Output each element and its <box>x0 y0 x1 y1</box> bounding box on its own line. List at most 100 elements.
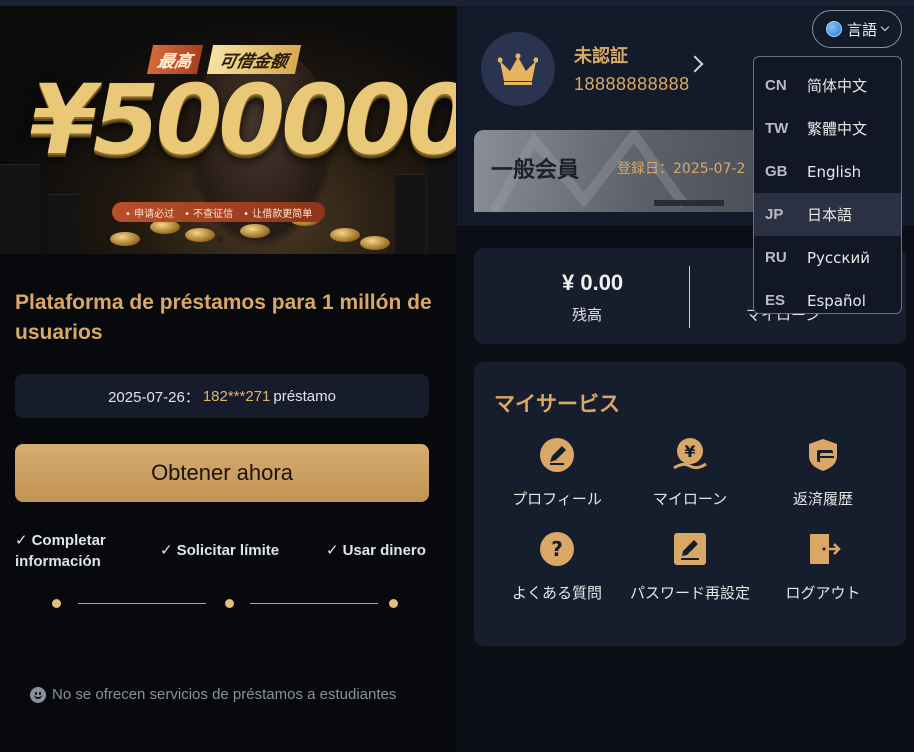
language-code: JP <box>765 206 784 223</box>
loan-notice: 2025-07-26： 182***271 préstamo <box>15 374 429 418</box>
member-level: 一般会員 <box>491 158 580 183</box>
coin-image <box>110 232 140 246</box>
step-request-limit: ✓ Solicitar límite <box>160 540 279 561</box>
left-panel: 最高 可借金额 ¥500000 • 申请必过 • 不查征信 • 让借款更简单 P… <box>0 6 456 752</box>
chevron-down-icon <box>880 22 890 32</box>
language-option-jp[interactable]: JP 日本語 <box>754 193 901 236</box>
yen-hand-icon: ¥ <box>673 438 707 470</box>
check-icon: ✓ <box>326 542 339 559</box>
balance-value: ¥ 0.00 <box>562 270 624 295</box>
verification-status[interactable]: 未認証 <box>574 42 628 68</box>
service-label: 返済履歴 <box>792 490 853 508</box>
chevron-right-icon[interactable] <box>686 55 704 73</box>
banner-pill: • 申请必过 <box>125 208 175 220</box>
service-profile[interactable]: プロフィール <box>487 436 627 510</box>
carousel-dot[interactable] <box>217 236 223 242</box>
headline: Plataforma de préstamos para 1 millón de… <box>15 291 432 344</box>
service-logout[interactable]: ログアウト <box>753 530 893 604</box>
coin-image <box>330 228 360 242</box>
language-name: 日本語 <box>807 206 853 224</box>
progress-dot <box>225 599 234 608</box>
steps-row: ✓ Completar información ✓ Solicitar límite… <box>0 530 456 580</box>
language-name: Русский <box>807 248 870 267</box>
service-label: マイローン <box>652 490 728 508</box>
right-panel: 未認証 18888888888 一般会員 登録日：2025-07-2 言語 ¥ … <box>457 6 914 752</box>
user-phone: 18888888888 <box>574 74 690 94</box>
city-silhouette <box>0 164 40 254</box>
svg-text:?: ? <box>551 537 563 561</box>
progress-dot <box>389 599 398 608</box>
banner-pills: • 申请必过 • 不查征信 • 让借款更简单 <box>112 202 326 222</box>
progress-dot <box>52 599 61 608</box>
service-label: ログアウト <box>785 584 861 602</box>
language-name: Español <box>807 291 866 310</box>
member-card: 一般会員 登録日：2025-07-2 <box>474 130 774 212</box>
language-menu: CN 简体中文 TW 繁體中文 GB English JP 日本語 RU Рус… <box>753 56 902 314</box>
question-icon: ? <box>540 532 574 566</box>
promo-banner[interactable]: 最高 可借金额 ¥500000 • 申请必过 • 不查征信 • 让借款更简单 <box>0 6 456 254</box>
notice-suffix: préstamo <box>273 387 336 405</box>
register-date: 登録日：2025-07-2 <box>617 161 746 177</box>
service-label: パスワード再設定 <box>629 584 750 602</box>
services-card: マイサービス プロフィール ¥ マイローン 返済履歴 ? よくある質問 パスワー… <box>474 362 906 646</box>
language-name: 简体中文 <box>807 77 868 95</box>
avatar[interactable] <box>481 32 555 106</box>
card-shield-icon <box>809 439 837 471</box>
student-notice-text: No se ofrecen servicios de préstamos a e… <box>52 686 397 703</box>
divider <box>689 266 690 328</box>
check-icon: ✓ <box>15 532 28 549</box>
globe-icon <box>825 21 842 37</box>
svg-text:¥: ¥ <box>684 442 695 461</box>
step-progress <box>52 598 398 608</box>
language-name: 繁體中文 <box>807 120 868 138</box>
member-card-stripe <box>654 200 724 206</box>
service-reset-password[interactable]: パスワード再設定 <box>620 530 760 604</box>
service-label: プロフィール <box>512 490 602 508</box>
step-complete-info: ✓ Completar información <box>15 530 106 572</box>
step-use-money: ✓ Usar dinero <box>326 540 426 561</box>
student-notice: No se ofrecen servicios de préstamos a e… <box>30 686 396 703</box>
crown-icon <box>498 53 538 85</box>
city-silhouette <box>395 174 425 254</box>
language-name: English <box>807 162 862 181</box>
language-code: RU <box>765 249 787 266</box>
language-option-ru[interactable]: RU Русский <box>754 236 901 279</box>
service-faq[interactable]: ? よくある質問 <box>487 530 627 604</box>
service-label: よくある質問 <box>511 584 602 602</box>
language-option-gb[interactable]: GB English <box>754 150 901 193</box>
notice-user: 182***271 <box>202 387 271 405</box>
step-label: Completar <box>31 532 106 549</box>
coin-image <box>150 220 180 234</box>
language-code: GB <box>765 163 788 180</box>
service-repayment-history[interactable]: 返済履歴 <box>753 436 893 510</box>
smiley-icon <box>30 686 46 703</box>
coin-image <box>240 224 270 238</box>
language-option-tw[interactable]: TW 繁體中文 <box>754 107 901 150</box>
progress-line <box>250 603 378 604</box>
progress-line <box>78 603 206 604</box>
language-option-cn[interactable]: CN 简体中文 <box>754 64 901 107</box>
obtain-now-button[interactable]: Obtener ahora <box>15 444 429 502</box>
city-silhouette <box>48 194 78 254</box>
language-code: ES <box>765 292 786 309</box>
language-code: TW <box>765 120 789 137</box>
step-label: Solicitar límite <box>176 542 280 559</box>
language-code: CN <box>765 77 787 94</box>
step-label: Usar dinero <box>342 542 426 559</box>
language-option-es[interactable]: ES Español <box>754 279 901 322</box>
services-title: マイサービス <box>494 392 620 416</box>
service-my-loan[interactable]: ¥ マイローン <box>620 436 760 510</box>
coin-image <box>185 228 215 242</box>
logout-door-icon <box>810 534 841 564</box>
notice-date: 2025-07-26： <box>108 388 200 406</box>
pencil-square-icon <box>674 533 706 565</box>
check-icon: ✓ <box>160 542 173 559</box>
coin-image <box>360 236 390 250</box>
banner-pill: • 让借款更简单 <box>243 208 313 220</box>
banner-pill: • 不查征信 <box>184 208 234 220</box>
language-button[interactable]: 言語 <box>812 10 902 48</box>
language-button-label: 言語 <box>846 20 877 39</box>
edit-icon <box>540 438 574 472</box>
banner-amount: ¥500000 <box>30 64 456 176</box>
step-label: información <box>15 553 101 570</box>
